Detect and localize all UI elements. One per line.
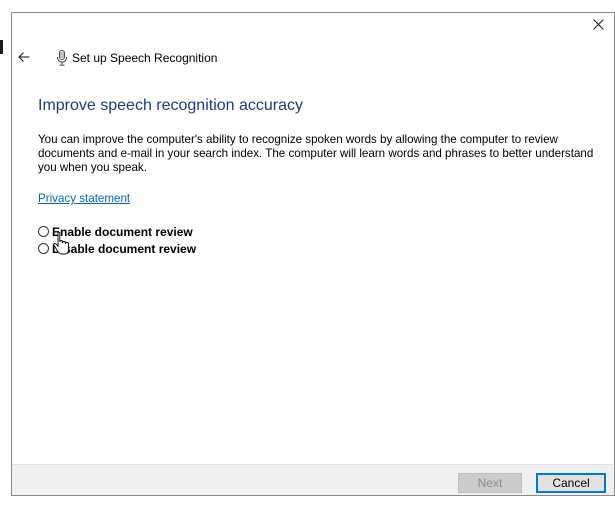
background-window-edge: [0, 0, 11, 507]
cancel-button[interactable]: Cancel: [536, 473, 606, 493]
back-button[interactable]: [14, 48, 34, 68]
enable-document-review-radio[interactable]: [38, 226, 49, 237]
disable-document-review-option[interactable]: Disable document review: [38, 240, 598, 257]
next-button[interactable]: Next: [458, 473, 522, 493]
background-window-notch: [0, 40, 3, 54]
title-bar: [12, 13, 614, 43]
microphone-icon: [56, 50, 68, 66]
speech-setup-dialog: Set up Speech Recognition Improve speech…: [11, 12, 615, 496]
disable-document-review-label: Disable document review: [52, 241, 197, 256]
wizard-title: Set up Speech Recognition: [72, 51, 218, 65]
enable-document-review-option[interactable]: Enable document review: [38, 223, 598, 240]
main-content: Improve speech recognition accuracy You …: [38, 97, 598, 257]
close-icon: [592, 17, 604, 35]
back-arrow-icon: [18, 49, 30, 67]
disable-document-review-radio[interactable]: [38, 243, 49, 254]
document-review-options: Enable document review Disable document …: [38, 223, 598, 257]
dialog-footer: Next Cancel: [12, 464, 614, 495]
privacy-statement-link[interactable]: Privacy statement: [38, 192, 130, 205]
desktop: Set up Speech Recognition Improve speech…: [0, 0, 615, 507]
close-button[interactable]: [582, 13, 614, 39]
enable-document-review-label: Enable document review: [52, 224, 193, 239]
description-text: You can improve the computer's ability t…: [38, 133, 594, 174]
wizard-header: Set up Speech Recognition: [12, 47, 614, 69]
page-heading: Improve speech recognition accuracy: [38, 97, 304, 114]
